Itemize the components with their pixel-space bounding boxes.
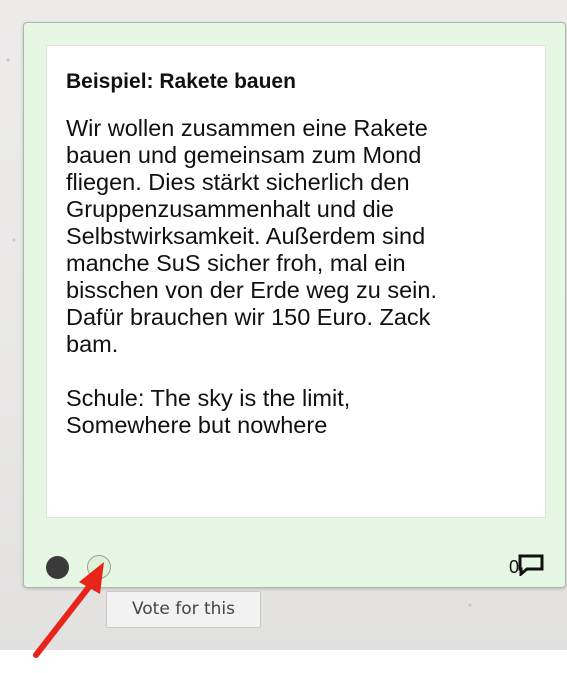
vote-tooltip: Vote for this: [106, 591, 261, 628]
card-title: Beispiel: Rakete bauen: [66, 70, 296, 93]
card-footer: 0: [24, 537, 565, 587]
status-dot-icon: [46, 556, 69, 579]
card-school: Schule: The sky is the limit, Somewhere …: [66, 385, 351, 438]
card-description: Wir wollen zusammen eine Rakete bauen un…: [66, 115, 437, 357]
vote-button[interactable]: [87, 555, 111, 579]
proposal-card: Beispiel: Rakete bauen Wir wollen zusamm…: [23, 22, 566, 588]
card-content: Beispiel: Rakete bauen Wir wollen zusamm…: [46, 45, 546, 518]
comment-icon[interactable]: [518, 554, 544, 576]
